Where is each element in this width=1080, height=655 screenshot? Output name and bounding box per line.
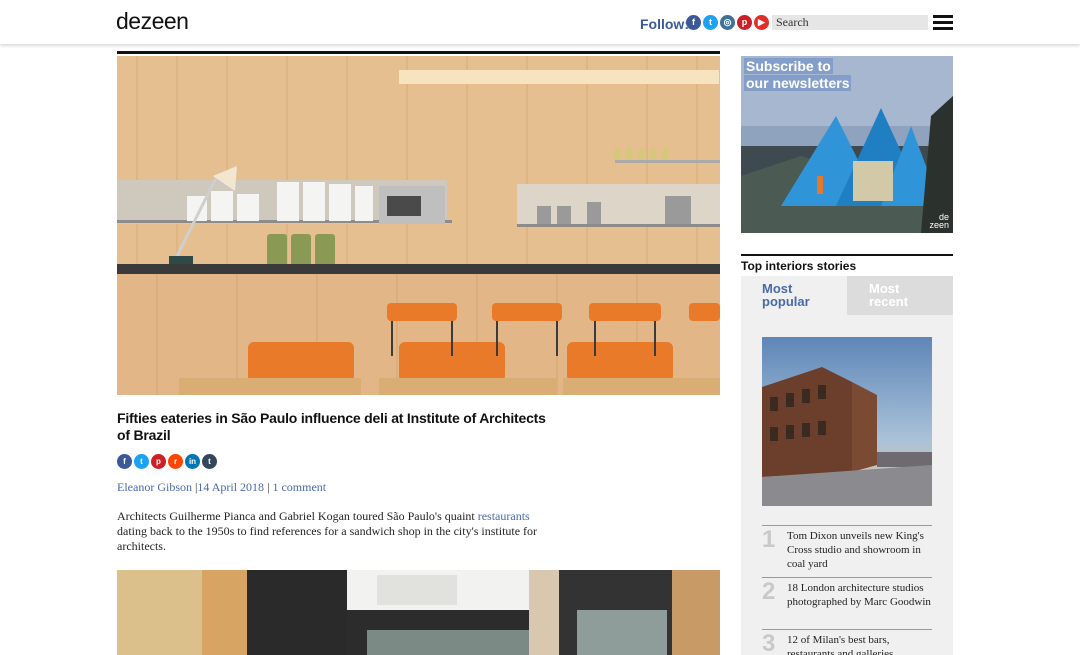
story-title[interactable]: 18 London architecture studios photograp… [787, 581, 932, 609]
tab-most-recent[interactable]: Most recent [847, 276, 953, 315]
article-title[interactable]: Fifties eateries in São Paulo influence … [117, 410, 547, 444]
youtube-icon[interactable]: ▶ [754, 15, 769, 30]
story-rank: 3 [762, 630, 776, 655]
restaurants-link[interactable]: restaurants [478, 509, 530, 523]
interior-photo[interactable] [117, 570, 720, 655]
tab-most-popular-label: Most popular [762, 281, 810, 309]
top-stories-heading: Top interiors stories [741, 259, 857, 273]
tab-most-popular[interactable]: Most popular [741, 276, 847, 315]
top-story-item[interactable]: 2 18 London architecture studios photogr… [762, 577, 932, 629]
hamburger-menu-icon[interactable] [933, 15, 953, 30]
share-linkedin-icon[interactable]: in [185, 454, 200, 469]
follow-label: Follow: [640, 16, 689, 32]
byline-separator: | [267, 480, 270, 494]
story-title[interactable]: Tom Dixon unveils new King's Cross studi… [787, 529, 932, 571]
deli-counter-photo[interactable] [117, 56, 720, 395]
article-intro: Architects Guilherme Pianca and Gabriel … [117, 509, 542, 554]
newsletter-promo[interactable]: Subscribe to our newsletters de zeen [741, 56, 953, 233]
top-story-item[interactable]: 1 Tom Dixon unveils new King's Cross stu… [762, 525, 932, 577]
share-facebook-icon[interactable]: f [117, 454, 132, 469]
comments-link[interactable]: 1 comment [272, 480, 326, 494]
share-reddit-icon[interactable]: r [168, 454, 183, 469]
story-rank: 1 [762, 526, 776, 553]
sidebar-rule [741, 254, 953, 256]
intro-text: Architects Guilherme Pianca and Gabriel … [117, 509, 478, 523]
tab-most-recent-label: Most recent [869, 281, 909, 309]
story-title[interactable]: 12 of Milan's best bars, restaurants and… [787, 633, 932, 655]
pinterest-icon[interactable]: p [737, 15, 752, 30]
search-input[interactable] [772, 15, 928, 30]
author-link[interactable]: Eleanor Gibson [117, 480, 192, 494]
story-rank: 2 [762, 578, 776, 605]
twitter-icon[interactable]: t [703, 15, 718, 30]
instagram-icon[interactable]: ◎ [720, 15, 735, 30]
article-top-rule [117, 51, 720, 54]
site-header: dezeen Follow: f t ◎ p ▶ [0, 0, 1080, 44]
top-story-item[interactable]: 3 12 of Milan's best bars, restaurants a… [762, 629, 932, 655]
dezeen-badge-logo: de zeen [929, 212, 949, 230]
share-twitter-icon[interactable]: t [134, 454, 149, 469]
intro-text: dating back to the 1950s to find referen… [117, 524, 538, 553]
newsletter-promo-text: Subscribe to our newsletters [744, 58, 852, 91]
publish-date[interactable]: 14 April 2018 [197, 480, 264, 494]
share-pinterest-icon[interactable]: p [151, 454, 166, 469]
share-tumblr-icon[interactable]: t [202, 454, 217, 469]
dezeen-logo[interactable]: dezeen [116, 8, 189, 35]
facebook-icon[interactable]: f [686, 15, 701, 30]
byline: Eleanor Gibson |14 April 2018 | 1 commen… [117, 480, 326, 495]
kings-cross-photo[interactable] [762, 337, 932, 506]
